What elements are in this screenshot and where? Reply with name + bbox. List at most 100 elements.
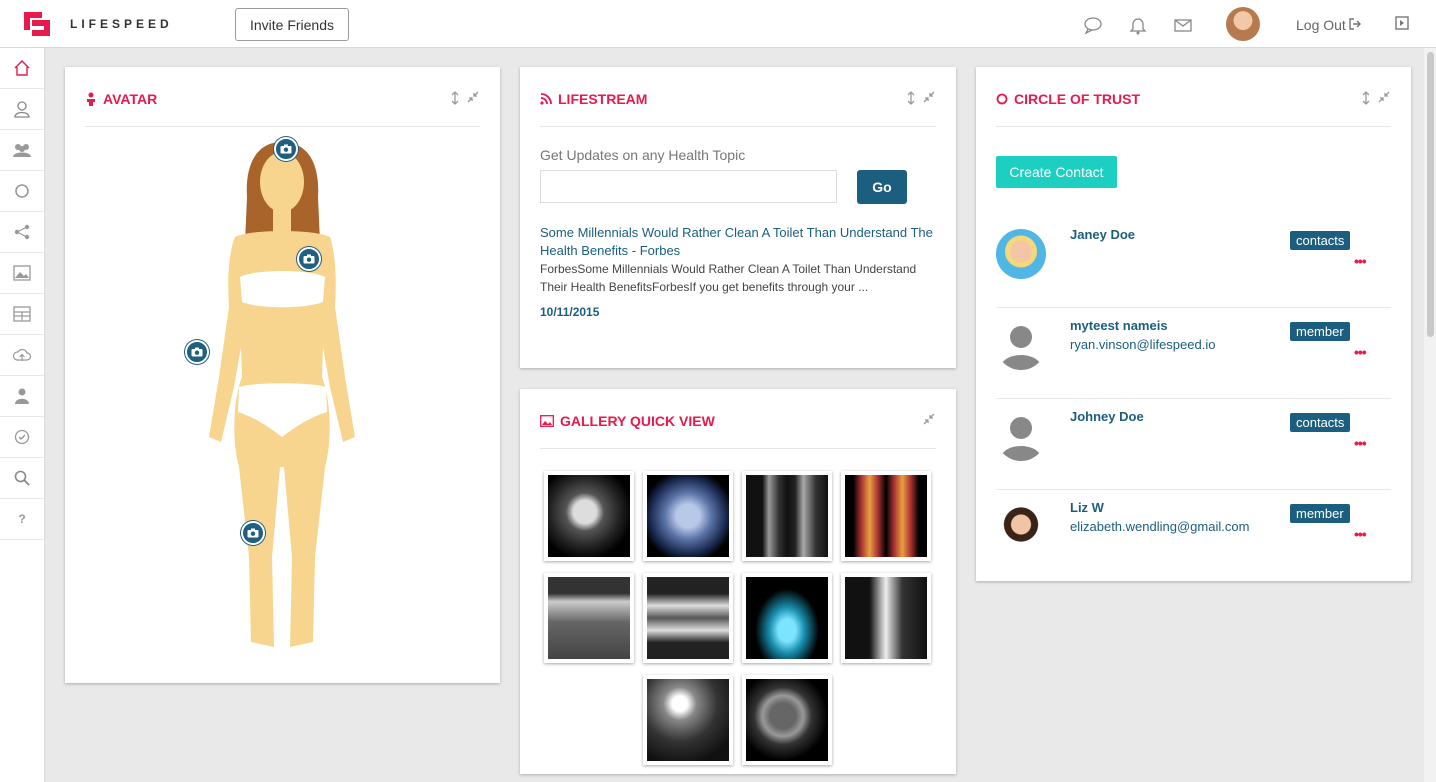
contact-row[interactable]: Janey Doe contacts ••• (996, 217, 1391, 308)
camera-icon[interactable] (274, 137, 298, 161)
contact-avatar (996, 229, 1046, 279)
bell-icon[interactable] (1128, 15, 1148, 35)
compress-icon[interactable] (923, 413, 935, 425)
gallery-thumb-dental-xray-1[interactable] (544, 573, 634, 663)
gallery-panel-title: GALLERY QUICK VIEW (540, 413, 715, 429)
gallery-thumb-dental-xray-2[interactable] (643, 573, 733, 663)
image-icon (13, 265, 31, 281)
compress-icon[interactable] (923, 91, 935, 103)
group-icon (13, 144, 31, 157)
rss-icon (540, 93, 552, 105)
top-bar: LIFESPEED Invite Friends Log Out (0, 0, 1436, 48)
contact-row[interactable]: myteest nameis ryan.vinson@lifespeed.io … (996, 308, 1391, 399)
role-badge: member (1290, 504, 1350, 523)
image-icon (540, 415, 554, 427)
sidebar-item-doctor[interactable] (0, 376, 44, 417)
contact-row[interactable]: Johney Doe contacts ••• (996, 399, 1391, 490)
contact-name[interactable]: Johney Doe (1070, 409, 1144, 424)
sidebar-item-home[interactable] (0, 48, 44, 89)
contact-avatar (996, 502, 1046, 552)
contact-avatar-placeholder (996, 320, 1046, 370)
camera-icon[interactable] (241, 521, 265, 545)
topic-search-input[interactable] (540, 170, 837, 203)
more-options-icon[interactable]: ••• (1354, 435, 1367, 451)
camera-icon[interactable] (185, 340, 209, 364)
gallery-panel: GALLERY QUICK VIEW (520, 389, 956, 774)
home-icon (14, 60, 30, 76)
compress-icon[interactable] (467, 91, 479, 103)
circle-of-trust-panel: CIRCLE OF TRUST Create Contact Janey Doe… (976, 67, 1411, 581)
divider (540, 448, 936, 449)
compress-icon[interactable] (1378, 91, 1390, 103)
gallery-thumb-head-ct[interactable] (742, 675, 832, 765)
sidebar-item-groups[interactable] (0, 130, 44, 171)
sidebar-item-profile[interactable] (0, 89, 44, 130)
more-options-icon[interactable]: ••• (1354, 526, 1367, 542)
search-icon (14, 470, 30, 486)
role-badge: contacts (1290, 231, 1351, 250)
doctor-icon (15, 388, 29, 404)
gallery-thumb-hand-xray[interactable] (742, 573, 832, 663)
invite-friends-button[interactable]: Invite Friends (235, 8, 349, 41)
role-badge: member (1290, 322, 1350, 341)
collapse-panel-icon[interactable] (1395, 16, 1409, 30)
gallery-thumb-body-scan[interactable] (841, 471, 931, 561)
create-contact-button[interactable]: Create Contact (996, 156, 1117, 188)
lifestream-panel-tools (907, 91, 935, 105)
contact-name[interactable]: Liz W (1070, 500, 1104, 515)
user-icon (14, 101, 30, 118)
person-icon (87, 92, 95, 106)
sidebar-item-images[interactable] (0, 253, 44, 294)
contact-email[interactable]: ryan.vinson@lifespeed.io (1070, 337, 1215, 352)
avatar-panel-tools (451, 91, 479, 105)
sidebar: ? (0, 48, 45, 782)
contact-name[interactable]: Janey Doe (1070, 227, 1135, 242)
circle-icon (996, 93, 1008, 105)
more-options-icon[interactable]: ••• (1354, 253, 1367, 269)
gallery-thumb-spine-xray[interactable] (742, 471, 832, 561)
logout-link[interactable]: Log Out (1296, 17, 1346, 33)
sidebar-item-tasks[interactable] (0, 417, 44, 458)
gallery-thumb-skull-3d[interactable] (643, 471, 733, 561)
camera-icon[interactable] (297, 247, 321, 271)
role-badge: contacts (1290, 413, 1351, 432)
resize-vertical-icon[interactable] (451, 91, 459, 105)
circle-of-trust-title: CIRCLE OF TRUST (996, 91, 1140, 107)
sidebar-item-search[interactable] (0, 458, 44, 499)
gallery-thumb-brain-mri[interactable] (544, 471, 634, 561)
lifespeed-logo[interactable] (22, 10, 52, 38)
news-title-link[interactable]: Some Millennials Would Rather Clean A To… (540, 224, 940, 260)
more-options-icon[interactable]: ••• (1354, 344, 1367, 360)
circle-of-trust-tools (1362, 91, 1390, 105)
contact-email[interactable]: elizabeth.wendling@gmail.com (1070, 519, 1249, 534)
resize-vertical-icon[interactable] (1362, 91, 1370, 105)
news-summary: ForbesSome Millennials Would Rather Clea… (540, 262, 917, 294)
help-icon: ? (18, 512, 26, 526)
divider (85, 126, 480, 127)
contact-name[interactable]: myteest nameis (1070, 318, 1168, 333)
sidebar-item-upload[interactable] (0, 335, 44, 376)
contact-avatar-placeholder (996, 411, 1046, 461)
logout-icon[interactable] (1348, 17, 1362, 31)
cloud-upload-icon (13, 349, 31, 361)
gallery-thumb-femur-xray[interactable] (841, 573, 931, 663)
circle-icon (15, 184, 29, 198)
chat-icon[interactable] (1083, 15, 1103, 35)
contact-row[interactable]: Liz W elizabeth.wendling@gmail.com membe… (996, 490, 1391, 581)
gallery-thumb-hip-implant-xray[interactable] (643, 675, 733, 765)
check-icon (14, 429, 30, 445)
sidebar-item-circle[interactable] (0, 171, 44, 212)
dashboard-icon (13, 306, 31, 322)
lifestream-panel: LIFESTREAM Get Updates on any Health Top… (520, 67, 956, 368)
sidebar-item-help[interactable]: ? (0, 499, 44, 540)
sidebar-item-share[interactable] (0, 212, 44, 253)
resize-vertical-icon[interactable] (907, 91, 915, 105)
user-avatar[interactable] (1226, 7, 1260, 41)
go-button[interactable]: Go (857, 170, 907, 204)
brand-name: LIFESPEED (70, 17, 173, 31)
avatar-panel: AVATAR (65, 67, 500, 683)
scrollbar-thumb[interactable] (1427, 52, 1434, 337)
mail-icon[interactable] (1173, 15, 1193, 35)
avatar-panel-title: AVATAR (85, 91, 157, 107)
sidebar-item-dashboard[interactable] (0, 294, 44, 335)
